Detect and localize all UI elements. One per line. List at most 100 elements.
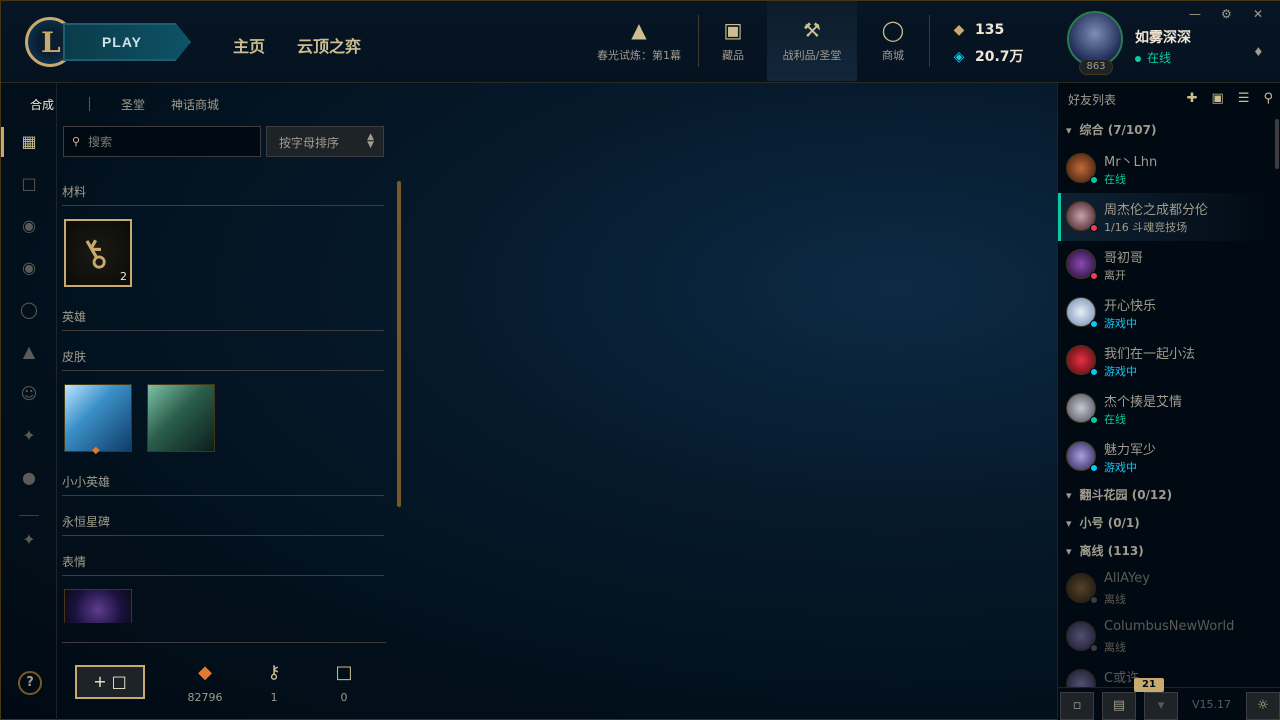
friend-row[interactable]: 周杰伦之成都分伦 1/16 斗魂竞技场: [1058, 193, 1272, 241]
close-icon[interactable]: ✕: [1253, 7, 1263, 21]
top-nav: L PLAY 主页 云顶之弈 ▲ 春光试炼：第1幕 ▣ 藏品 ⚒ 战利品/圣堂 …: [1, 1, 1057, 83]
champion-helmet-icon[interactable]: ◉: [18, 215, 40, 237]
nav-loot[interactable]: ⚒ 战利品/圣堂: [767, 1, 857, 81]
tab-mythic-shop[interactable]: 神话商城: [171, 96, 219, 113]
bug-report-icon[interactable]: ☼: [1246, 692, 1280, 720]
be-currency[interactable]: ◈ 20.7万: [951, 46, 1024, 66]
icon-category-icon[interactable]: ✦: [18, 425, 40, 447]
search-icon[interactable]: ⚲: [1263, 91, 1273, 106]
profile-icon-icon[interactable]: ●: [18, 467, 40, 489]
ward-icon[interactable]: ◯: [18, 299, 40, 321]
friend-status: 游戏中: [1104, 365, 1137, 378]
chest-icon[interactable]: □: [18, 173, 40, 195]
group-garden[interactable]: 翻斗花园 (0/12): [1066, 486, 1271, 503]
friend-row[interactable]: ColumbusNewWorld 离线: [1058, 613, 1272, 661]
section-skins[interactable]: 皮肤: [62, 348, 384, 371]
group-general[interactable]: 综合 (7/107): [1066, 121, 1271, 138]
friend-row[interactable]: 哥初哥 离开: [1058, 241, 1272, 289]
friend-name: Mr丶Lhn: [1104, 155, 1158, 170]
nav-home[interactable]: 主页: [233, 33, 265, 57]
friend-name: ColumbusNewWorld: [1104, 619, 1235, 634]
sort-dropdown[interactable]: 按字母排序 ▲ ▼: [266, 126, 384, 157]
section-emotes[interactable]: 表情: [62, 553, 384, 576]
selected-indicator: [1058, 193, 1061, 241]
settings-icon[interactable]: ⚙: [1221, 7, 1232, 21]
group-offline[interactable]: 离线 (113): [1066, 542, 1271, 559]
help-icon[interactable]: ?: [18, 671, 42, 695]
messages-icon[interactable]: ▤: [1102, 692, 1136, 720]
bell-icon[interactable]: ♦: [1253, 45, 1264, 59]
section-materials[interactable]: 材料: [62, 183, 384, 206]
nav-pass[interactable]: ▲ 春光试炼：第1幕: [589, 1, 689, 81]
collection-icon: ▣: [723, 18, 743, 42]
section-eternals[interactable]: 永恒星碑: [62, 513, 384, 536]
tab-divider: [89, 97, 90, 111]
friend-name: 哥初哥: [1104, 251, 1144, 266]
skin-shard-tile[interactable]: [147, 384, 215, 452]
friend-status: 游戏中: [1104, 317, 1137, 330]
friend-row[interactable]: 魅力军少 游戏中: [1058, 433, 1272, 481]
chat-icon[interactable]: ▫: [1060, 692, 1094, 720]
section-champions[interactable]: 英雄: [62, 308, 384, 331]
profile-status[interactable]: 在线: [1135, 49, 1171, 66]
add-friend-icon[interactable]: ✚: [1187, 91, 1198, 106]
orange-essence-icon: ◆: [92, 445, 100, 456]
group-alt[interactable]: 小号 (0/1): [1066, 514, 1271, 531]
tab-sanctum[interactable]: 圣堂: [121, 96, 145, 113]
microphone-icon[interactable]: ▾: [1144, 692, 1178, 720]
nav-collection[interactable]: ▣ 藏品: [707, 1, 759, 81]
orange-essence-value: 82796: [187, 691, 223, 704]
tab-crafting[interactable]: 合成: [30, 96, 54, 113]
nav-store[interactable]: ◯ 商城: [867, 1, 919, 81]
status-dot: [1090, 644, 1098, 652]
friend-name: 周杰伦之成都分伦: [1104, 203, 1209, 218]
nav-tft[interactable]: 云顶之弈: [297, 33, 361, 57]
add-folder-icon[interactable]: ▣: [1212, 91, 1224, 106]
friend-row[interactable]: 我们在一起小法 游戏中: [1058, 337, 1272, 385]
rp-currency[interactable]: ◆ 135: [951, 22, 1005, 38]
list-view-icon[interactable]: ☰: [1238, 91, 1250, 106]
be-icon: ◈: [953, 49, 965, 65]
loot-scrollbar[interactable]: [397, 181, 401, 507]
friend-status: 在线: [1104, 173, 1126, 186]
rail-active-indicator: [1, 127, 4, 157]
nav-pass-label: 春光试炼：第1幕: [597, 49, 681, 62]
little-legend-icon[interactable]: ▲: [18, 341, 40, 363]
friend-row[interactable]: C或许: [1058, 661, 1272, 687]
skin-mask-icon[interactable]: ◉: [18, 257, 40, 279]
emote-tile[interactable]: [64, 589, 132, 623]
hextech-key-tile[interactable]: ⚷ 2: [64, 219, 132, 287]
notification-badge: 21: [1134, 678, 1164, 692]
friends-panel: 好友列表 ✚ ▣ ☰ ⚲ 综合 (7/107) Mr丶Lhn 在线 周杰伦之成都…: [1057, 83, 1280, 720]
friend-name: 杰个揍是艾情: [1104, 395, 1183, 410]
sort-value: 按字母排序: [279, 136, 340, 150]
friend-row[interactable]: AllAYey 离线: [1058, 565, 1272, 613]
minimize-icon[interactable]: —: [1189, 7, 1201, 21]
eternals-icon[interactable]: ✦: [18, 529, 40, 551]
friend-row[interactable]: Mr丶Lhn 在线: [1058, 145, 1272, 193]
key-icon: ⚷: [70, 226, 117, 280]
store-icon: ◯: [881, 18, 905, 42]
emote-icon[interactable]: ☺: [18, 383, 40, 405]
skin-shard-tile[interactable]: [64, 384, 132, 452]
play-button[interactable]: PLAY: [63, 23, 191, 61]
status-dot: [1090, 368, 1098, 376]
friends-scrollbar[interactable]: [1275, 119, 1279, 169]
craft-chest-button[interactable]: + □: [75, 665, 145, 699]
friends-title: 好友列表: [1068, 93, 1117, 107]
search-input[interactable]: ⚲ 搜索: [63, 126, 261, 157]
friend-row[interactable]: 开心快乐 游戏中: [1058, 289, 1272, 337]
loot-category-rail: ▦ □ ◉ ◉ ◯ ▲ ☺ ✦ ● ✦ ?: [1, 83, 57, 720]
friend-row[interactable]: 杰个揍是艾情 在线: [1058, 385, 1272, 433]
key-stat: ⚷ 1: [244, 661, 304, 704]
friend-name: AllAYey: [1104, 571, 1150, 586]
status-dot: [1090, 272, 1098, 280]
status-dot: [1090, 464, 1098, 472]
bottom-divider: [62, 642, 386, 643]
search-icon: ⚲: [72, 135, 81, 148]
chest-stat: □ 0: [314, 661, 374, 704]
grid-all-icon[interactable]: ▦: [18, 131, 40, 153]
profile-name[interactable]: 如雾深深: [1135, 27, 1191, 47]
section-little-legends[interactable]: 小小英雄: [62, 473, 384, 496]
pass-icon: ▲: [631, 18, 647, 42]
